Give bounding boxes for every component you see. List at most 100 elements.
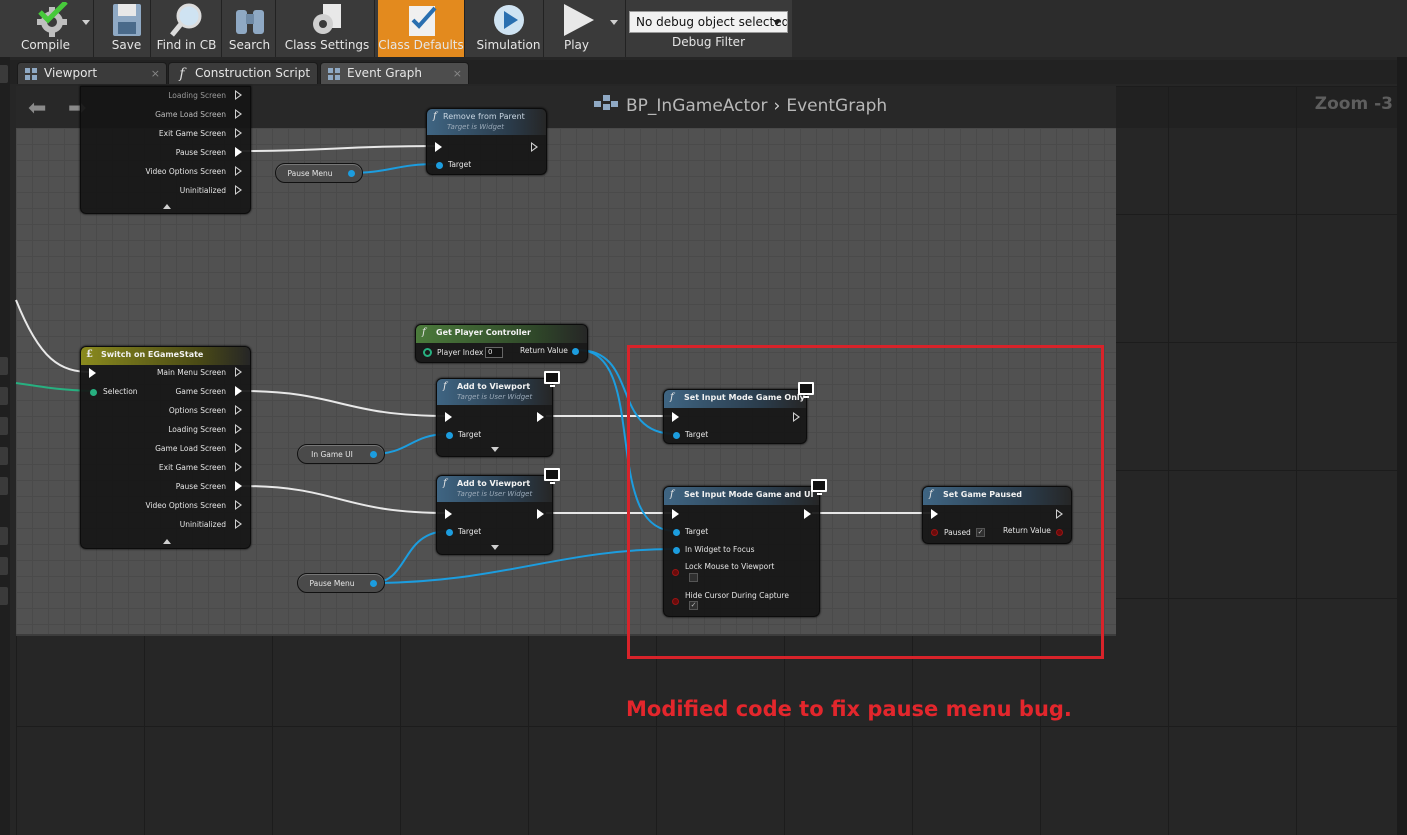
back-arrow-icon[interactable]: ⬅ [28,96,46,121]
node-subtitle: Target is User Widget [457,393,533,401]
left-strip-marker [0,527,8,545]
exec-out-pin[interactable] [235,367,242,377]
class-settings-button[interactable]: Class Settings [280,0,375,57]
breadcrumb: BP_InGameActor › EventGraph [594,95,887,116]
exec-in-pin[interactable] [445,509,452,519]
switch-node-top-partial[interactable]: Loading Screen Game Load Screen Exit Gam… [80,86,251,214]
player-index-input[interactable]: 0 [485,347,503,358]
magnifier-icon [169,3,201,37]
exec-out-pin[interactable] [537,412,544,422]
save-label: Save [111,38,142,52]
exec-out-pin[interactable] [235,386,242,396]
exec-out-pin[interactable] [235,185,242,195]
node-title: Get Player Controller [436,328,531,337]
breadcrumb-blueprint[interactable]: BP_InGameActor [626,96,768,116]
exec-in-pin[interactable] [435,142,442,152]
exec-out-pin[interactable] [235,519,242,529]
target-pin-label: Target [448,160,472,169]
breadcrumb-separator: › [773,96,781,116]
output-pin-label: Video Options Screen [145,167,226,176]
selection-pin[interactable] [90,389,97,396]
node-title: Add to Viewport [457,382,531,391]
left-strip-marker [0,557,8,575]
add-to-viewport-node[interactable]: f Add to Viewport Target is User Widget … [436,468,560,555]
class-defaults-button[interactable]: Class Defaults [378,0,465,57]
variable-out-pin[interactable] [370,580,377,587]
simulation-button[interactable]: Simulation [474,0,544,57]
switch-on-egamestate-node[interactable]: £ Switch on EGameState Selection Main Me… [80,346,251,549]
simulation-label: Simulation [476,38,541,52]
toolbar: Compile Save Find in CB Search Class Set… [0,0,1407,57]
debug-object-select[interactable]: No debug object selected [629,11,788,33]
exec-out-pin[interactable] [235,424,242,434]
tab-event-graph-label: Event Graph [347,66,422,80]
class-settings-label: Class Settings [284,38,370,52]
exec-out-pin[interactable] [531,142,538,152]
compile-dropdown-arrow[interactable] [82,20,90,25]
tab-viewport[interactable]: Viewport × [17,62,167,84]
exec-in-pin[interactable] [89,368,96,378]
exec-out-pin[interactable] [235,90,242,100]
return-value-pin[interactable] [572,348,579,355]
tab-construction-script[interactable]: f Construction Script [168,62,318,84]
expand-arrow-icon[interactable] [491,447,499,452]
exec-out-pin[interactable] [235,500,242,510]
node-title: Switch on EGameState [101,350,204,359]
variable-out-pin[interactable] [370,451,377,458]
output-pin-label: Game Screen [175,387,227,396]
output-pin-label: Game Load Screen [155,444,226,453]
left-strip-marker [0,65,8,83]
pause-menu-variable-getter[interactable]: Pause Menu [297,573,385,593]
output-pin-label: Pause Screen [175,148,226,157]
collapse-arrow-icon[interactable] [163,539,171,544]
add-to-viewport-node[interactable]: f Add to Viewport Target is User Widget … [436,371,560,457]
node-subtitle: Target is User Widget [457,490,533,498]
function-icon: f [443,381,447,392]
tab-event-graph[interactable]: Event Graph × [320,62,469,84]
node-subtitle: Target is Widget [447,123,505,131]
save-button[interactable]: Save [103,0,151,57]
exec-out-pin[interactable] [235,405,242,415]
variable-label: In Game UI [311,450,353,459]
left-strip-marker [0,417,8,435]
exec-out-pin[interactable] [235,462,242,472]
exec-out-pin[interactable] [235,109,242,119]
tab-construction-script-label: Construction Script [195,66,311,80]
play-button[interactable]: Play [548,0,626,57]
target-pin[interactable] [446,529,453,536]
find-in-cb-label: Find in CB [156,38,217,52]
return-value-label: Return Value [520,346,568,355]
left-strip-marker [0,477,8,495]
pause-menu-variable-getter[interactable]: Pause Menu [275,163,363,183]
output-pin-label: Loading Screen [168,425,226,434]
close-icon[interactable]: × [453,67,462,80]
right-scrollbar[interactable] [1397,57,1407,835]
play-dropdown-arrow[interactable] [610,20,618,25]
target-pin[interactable] [436,162,443,169]
find-in-cb-button[interactable]: Find in CB [152,0,222,57]
exec-out-pin[interactable] [235,147,242,157]
exec-out-pin[interactable] [235,443,242,453]
remove-from-parent-node[interactable]: f Remove from Parent Target is Widget Ta… [426,108,547,175]
switch-icon: £ [86,349,93,360]
exec-out-pin[interactable] [537,509,544,519]
in-game-ui-variable-getter[interactable]: In Game UI [297,444,385,464]
output-pin-label: Video Options Screen [145,501,226,510]
variable-out-pin[interactable] [348,170,355,177]
exec-out-pin[interactable] [235,128,242,138]
exec-out-pin[interactable] [235,481,242,491]
grid-icon [25,68,37,80]
get-player-controller-node[interactable]: f Get Player Controller Player Index 0 R… [415,324,588,363]
left-strip-marker [0,587,8,605]
collapse-arrow-icon[interactable] [163,204,171,209]
output-pin-label: Main Menu Screen [156,368,226,377]
player-index-pin[interactable] [423,348,432,357]
exec-in-pin[interactable] [445,412,452,422]
target-pin[interactable] [446,432,453,439]
search-button[interactable]: Search [224,0,276,57]
binoculars-icon [235,10,264,34]
exec-out-pin[interactable] [235,166,242,176]
close-icon[interactable]: × [151,67,160,80]
expand-arrow-icon[interactable] [491,545,499,550]
compile-button[interactable]: Compile [14,0,94,57]
